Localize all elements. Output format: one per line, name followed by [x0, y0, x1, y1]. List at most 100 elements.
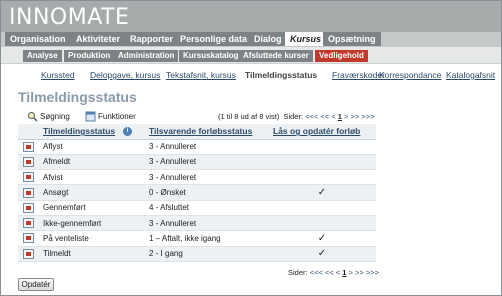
column-header-status[interactable]: Tilmeldingsstatus i: [38, 124, 144, 140]
subtab-afsluttede-kurser[interactable]: Afsluttede kurser: [239, 50, 313, 62]
table-row[interactable]: Afmeldt 3 - Annulleret: [18, 154, 376, 171]
course-status-cell: 3 - Annulleret: [144, 154, 268, 171]
pager-gt-link[interactable]: >: [344, 112, 348, 121]
column-header-lock[interactable]: Lås og opdatér forløb: [268, 124, 376, 140]
status-cell: Afmeldt: [38, 154, 144, 171]
main-nav: Organisation Aktiviteter Rapporter Perso…: [1, 32, 501, 47]
subtab-vedligehold[interactable]: Vedligehold: [315, 50, 368, 62]
row-edit-cell[interactable]: [18, 246, 38, 262]
row-edit-cell[interactable]: [18, 230, 38, 247]
lock-cell: [268, 215, 376, 232]
column-header-status-label[interactable]: Tilmeldingsstatus: [43, 126, 115, 136]
section-link-tekstafsnit[interactable]: Tekstafsnit, kursus: [166, 70, 236, 82]
pager-pages-label: Sider:: [288, 268, 308, 277]
update-button[interactable]: Opdatér: [18, 278, 54, 291]
tab-rapporter[interactable]: Rapporter: [125, 32, 179, 46]
course-status-cell: 3 - Annulleret: [144, 139, 268, 155]
edit-record-icon[interactable]: [23, 202, 34, 213]
status-cell: Ikke-gennemført: [38, 215, 144, 232]
row-edit-cell[interactable]: [18, 154, 38, 171]
lock-cell: ✓: [268, 230, 376, 247]
lock-cell: [268, 200, 376, 216]
course-status-cell: 3 - Annulleret: [144, 215, 268, 232]
column-header-course-status[interactable]: Tilsvarende forløbsstatus: [144, 124, 268, 140]
subtab-kursuskatalog[interactable]: Kursuskatalog: [179, 50, 243, 62]
status-cell: På venteliste: [38, 230, 144, 247]
table-row[interactable]: Gennemført 4 - Afsluttet: [18, 200, 376, 216]
lock-cell: ✓: [268, 246, 376, 262]
row-edit-cell[interactable]: [18, 139, 38, 155]
pager-lt-link[interactable]: <: [336, 268, 340, 277]
pager-top: (1 til 8 ud af 8 vist) Sider: <<< << < 1…: [218, 112, 374, 121]
pager-prev-link[interactable]: <<: [325, 268, 334, 277]
table-row[interactable]: På venteliste 1 – Aftalt, ikke igang ✓: [18, 230, 376, 247]
course-status-cell: 4 - Afsluttet: [144, 200, 268, 216]
tab-aktiviteter[interactable]: Aktiviteter: [71, 32, 126, 46]
pager-bottom: Sider: <<< << < 1 > >> >>>: [288, 268, 379, 277]
edit-record-icon[interactable]: [23, 233, 34, 244]
section-link-delopgave[interactable]: Delopgave, kursus: [90, 70, 160, 82]
course-status-cell: 2 - I gang: [144, 246, 268, 262]
section-link-fravaerskoder[interactable]: Fraværskoder: [332, 70, 385, 82]
lock-cell: [268, 154, 376, 171]
row-edit-cell[interactable]: [18, 169, 38, 186]
pager-current-page[interactable]: 1: [338, 112, 342, 121]
course-status-cell: 3 - Annulleret: [144, 169, 268, 186]
section-link-tilmeldingsstatus[interactable]: Tilmeldingsstatus: [245, 70, 317, 82]
functions-label: Funktioner: [98, 111, 136, 121]
section-link-kurssted[interactable]: Kurssted: [41, 70, 75, 82]
row-edit-cell[interactable]: [18, 184, 38, 201]
tab-organisation[interactable]: Organisation: [5, 32, 71, 46]
search-toggle[interactable]: Søgning: [27, 110, 70, 122]
info-icon[interactable]: i: [123, 127, 133, 137]
edit-record-icon[interactable]: [23, 156, 34, 167]
course-status-cell: 1 – Aftalt, ikke igang: [144, 230, 268, 247]
pager-current-page[interactable]: 1: [342, 268, 346, 277]
lock-cell: [268, 169, 376, 186]
pager-last-link[interactable]: >>>: [366, 268, 379, 277]
pager-gt-link[interactable]: >: [349, 268, 353, 277]
edit-record-icon[interactable]: [23, 172, 34, 183]
table-row[interactable]: Ansøgt 0 - Ønsket ✓: [18, 184, 376, 201]
app-header: INNOMATE: [1, 1, 501, 32]
pager-first-link[interactable]: <<<: [310, 268, 323, 277]
pager-last-link[interactable]: >>>: [361, 112, 374, 121]
status-cell: Tilmeldt: [38, 246, 144, 262]
pager-prev-link[interactable]: <<: [320, 112, 329, 121]
status-cell: Aflyst: [38, 139, 144, 155]
status-table: Tilmeldingsstatus i Tilsvarende forløbsst…: [18, 124, 376, 262]
icon-column-header: [18, 124, 38, 140]
subtab-administration[interactable]: Administration: [114, 50, 179, 62]
search-icon: [27, 111, 38, 122]
table-row[interactable]: Afvist 3 - Annulleret: [18, 169, 376, 186]
row-edit-cell[interactable]: [18, 200, 38, 216]
table-row[interactable]: Ikke-gennemført 3 - Annulleret: [18, 215, 376, 232]
pager-first-link[interactable]: <<<: [305, 112, 318, 121]
edit-record-icon[interactable]: [23, 187, 34, 198]
pager-next-link[interactable]: >>: [350, 112, 359, 121]
edit-record-icon[interactable]: [23, 141, 34, 152]
table-row[interactable]: Aflyst 3 - Annulleret: [18, 139, 376, 155]
edit-record-icon[interactable]: [23, 218, 34, 229]
row-edit-cell[interactable]: [18, 215, 38, 232]
pager-count: (1 til 8 ud af 8 vist): [218, 112, 280, 121]
pager-next-link[interactable]: >>: [355, 268, 364, 277]
tab-kursus[interactable]: Kursus: [285, 32, 327, 46]
section-link-korrespondance[interactable]: Korrespondance: [379, 70, 441, 82]
table-row[interactable]: Tilmeldt 2 - I gang ✓: [18, 246, 376, 262]
search-label: Søgning: [40, 111, 70, 121]
subtab-analyse[interactable]: Analyse: [23, 50, 62, 62]
innomate-logo: INNOMATE: [9, 5, 130, 30]
tab-dialog[interactable]: Dialog: [249, 32, 287, 46]
tab-personlige-data[interactable]: Personlige data: [175, 32, 253, 46]
pager-pages-label: Sider:: [283, 112, 304, 121]
pager-lt-link[interactable]: <: [331, 112, 335, 121]
status-cell: Gennemført: [38, 200, 144, 216]
edit-record-icon[interactable]: [23, 248, 34, 259]
status-cell: Ansøgt: [38, 184, 144, 201]
tab-opsaetning[interactable]: Opsætning: [323, 32, 381, 46]
subtab-produktion[interactable]: Produktion: [64, 50, 115, 62]
functions-menu[interactable]: Funktioner: [85, 110, 136, 122]
section-link-katalogafsnit[interactable]: Katalogafsnit: [446, 70, 495, 82]
page-title: Tilmeldingsstatus: [18, 89, 137, 105]
